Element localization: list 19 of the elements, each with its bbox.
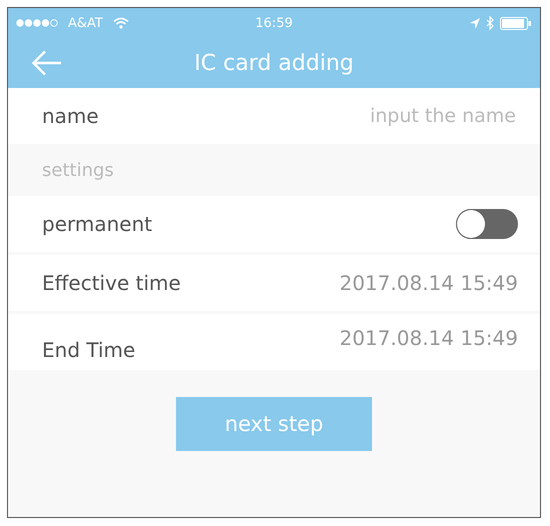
toggle-switch[interactable] — [456, 209, 518, 239]
bluetooth-icon — [486, 16, 494, 30]
next-step-button[interactable]: next step — [176, 397, 372, 451]
section-heading: settings — [42, 160, 114, 180]
date-time-value[interactable]: 2017.08.14 15:49 — [339, 326, 518, 350]
status-time: 16:59 — [255, 16, 293, 30]
signal-icon — [16, 19, 58, 27]
screen-title: IC card adding — [194, 50, 354, 76]
setting-label: permanent — [42, 212, 152, 236]
name-input-field[interactable]: input the name — [314, 104, 518, 128]
location-arrow-icon — [470, 18, 480, 28]
date-time-value[interactable]: 2017.08.14 15:49 — [339, 271, 518, 295]
setting-label: End Time — [42, 338, 136, 362]
carrier-name: A&AT — [68, 16, 103, 30]
field-label: name — [42, 104, 99, 128]
back-arrow-icon — [32, 50, 62, 76]
setting-label: Effective time — [42, 271, 181, 295]
battery-icon — [500, 16, 532, 30]
wifi-icon — [112, 17, 129, 29]
